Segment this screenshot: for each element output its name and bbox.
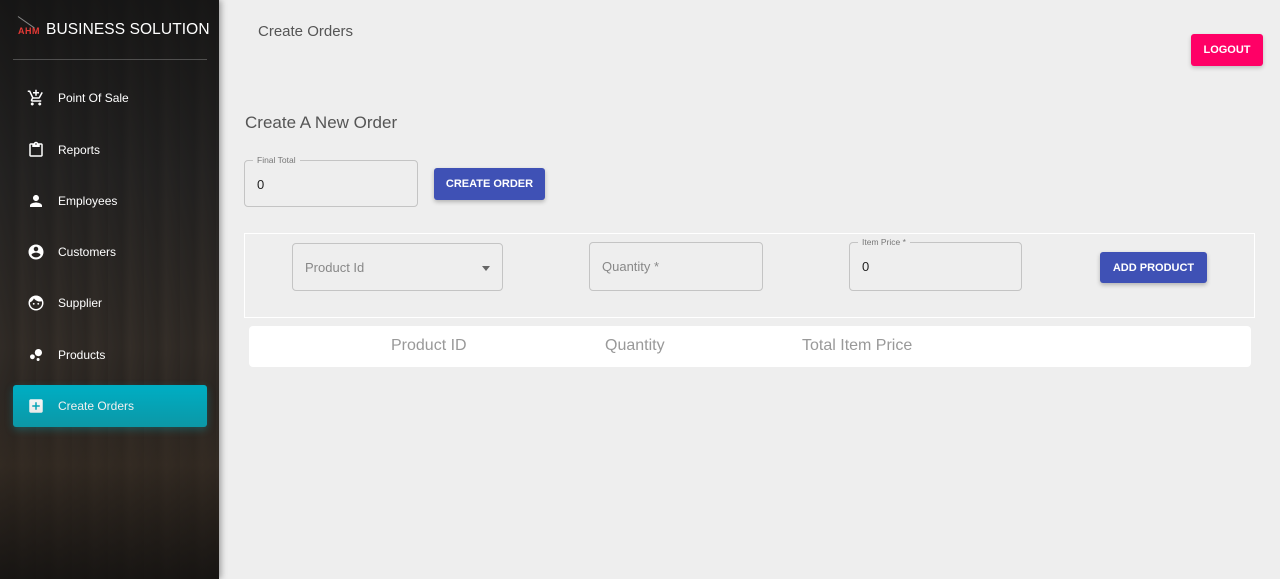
sidebar-divider <box>13 59 207 60</box>
sidebar-item-employees[interactable]: Employees <box>13 180 207 222</box>
sidebar-item-label: Customers <box>58 245 117 259</box>
item-price-label: Item Price * <box>858 237 910 247</box>
sidebar-item-reports[interactable]: Reports <box>13 129 207 171</box>
final-total-value: 0 <box>257 177 265 192</box>
product-id-select[interactable]: Product Id <box>292 243 503 291</box>
quantity-field[interactable]: Quantity * <box>589 242 763 291</box>
brand[interactable]: AHM BUSINESS SOLUTION <box>17 16 210 42</box>
sidebar: AHM BUSINESS SOLUTION Point Of Sale Repo… <box>0 0 219 579</box>
sidebar-item-label: Products <box>58 348 106 362</box>
brand-logo: AHM <box>17 16 40 36</box>
column-header-quantity[interactable]: Quantity <box>605 337 665 355</box>
person-icon <box>27 192 45 210</box>
sidebar-item-label: Reports <box>58 143 101 157</box>
account-circle-icon <box>27 243 45 261</box>
item-price-value: 0 <box>862 259 870 274</box>
cart-icon <box>27 89 45 107</box>
create-order-button[interactable]: CREATE ORDER <box>434 168 545 200</box>
sidebar-item-label: Point Of Sale <box>58 91 129 105</box>
sidebar-item-products[interactable]: Products <box>13 334 207 376</box>
bubble-chart-icon <box>27 346 45 364</box>
sidebar-item-point-of-sale[interactable]: Point Of Sale <box>13 77 207 119</box>
chevron-down-icon <box>482 266 490 271</box>
column-header-total-item-price[interactable]: Total Item Price <box>802 337 912 355</box>
brand-title: BUSINESS SOLUTION <box>46 21 210 38</box>
sidebar-item-customers[interactable]: Customers <box>13 231 207 273</box>
product-id-placeholder: Product Id <box>305 260 365 275</box>
order-items-table-header: Product ID Quantity Total Item Price <box>249 326 1251 367</box>
face-icon <box>27 294 45 312</box>
item-price-field[interactable]: Item Price * 0 <box>849 237 1022 291</box>
logout-button[interactable]: LOGOUT <box>1191 34 1263 66</box>
sidebar-item-create-orders[interactable]: Create Orders <box>13 385 207 427</box>
section-title: Create A New Order <box>245 113 398 132</box>
add-product-button[interactable]: ADD PRODUCT <box>1100 252 1207 283</box>
page-title: Create Orders <box>258 23 354 40</box>
sidebar-item-supplier[interactable]: Supplier <box>13 282 207 324</box>
sidebar-item-label: Employees <box>58 194 118 208</box>
clipboard-icon <box>27 141 45 159</box>
add-box-icon <box>27 397 45 415</box>
sidebar-item-label: Supplier <box>58 296 103 310</box>
sidebar-item-label: Create Orders <box>58 399 135 413</box>
final-total-field[interactable]: Final Total 0 <box>244 155 418 207</box>
quantity-placeholder: Quantity * <box>602 259 660 274</box>
final-total-label: Final Total <box>253 155 300 165</box>
column-header-product-id[interactable]: Product ID <box>391 337 467 355</box>
